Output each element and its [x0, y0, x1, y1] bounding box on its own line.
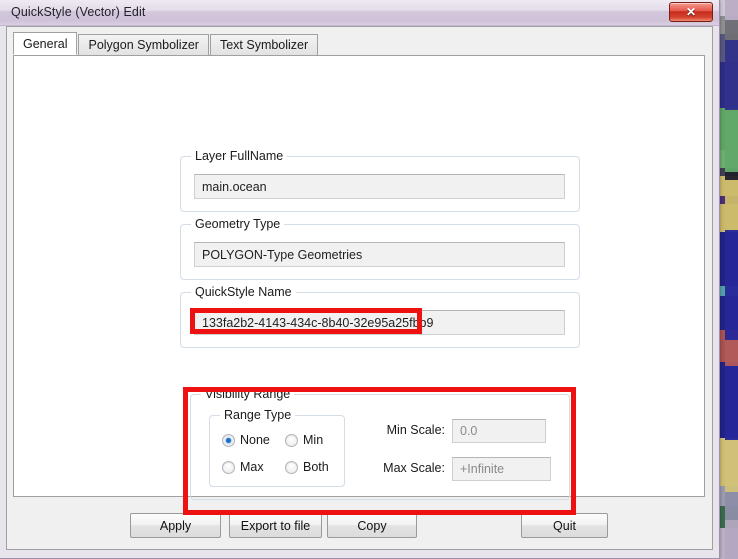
desktop-background: QuickStyle (Vector) Edit ✕ General Polyg…: [0, 0, 738, 559]
apply-button[interactable]: Apply: [130, 513, 221, 538]
copy-button[interactable]: Copy: [327, 513, 417, 538]
tab-general[interactable]: General: [13, 32, 78, 55]
range-type-group-title: Range Type: [220, 408, 296, 422]
general-tab-panel: Layer FullName main.ocean Geometry Type …: [13, 55, 705, 515]
quickstyle-name-group-title: QuickStyle Name: [191, 285, 296, 299]
export-to-file-button-label: Export to file: [240, 518, 311, 533]
tab-text-symbolizer-label: Text Symbolizer: [219, 38, 309, 52]
tab-polygon-symbolizer-label: Polygon Symbolizer: [88, 38, 199, 52]
radio-range-type-max[interactable]: Max: [222, 460, 264, 474]
tab-general-label: General: [23, 36, 68, 51]
radio-range-type-min[interactable]: Min: [285, 433, 323, 447]
quickstyle-name-value: 133fa2b2-4143-434c-8b40-32e95a25fbb9: [202, 315, 434, 330]
layer-fullname-group: Layer FullName main.ocean: [180, 149, 580, 212]
title-bar[interactable]: QuickStyle (Vector) Edit ✕: [0, 0, 719, 26]
tab-strip: General Polygon Symbolizer Text Symboliz…: [13, 32, 319, 55]
radio-min-icon[interactable]: [285, 433, 298, 447]
dialog-button-bar: Apply Export to file Copy Quit: [7, 513, 712, 539]
quickstyle-name-field[interactable]: 133fa2b2-4143-434c-8b40-32e95a25fbb9: [194, 310, 565, 335]
visibility-range-group-title: Visibility Range: [201, 387, 295, 401]
min-scale-input[interactable]: 0.0: [452, 419, 546, 443]
radio-range-type-both[interactable]: Both: [285, 460, 329, 474]
copy-button-label: Copy: [357, 518, 387, 533]
quit-button[interactable]: Quit: [521, 513, 608, 538]
layer-fullname-field[interactable]: main.ocean: [194, 174, 565, 199]
window-client-area: General Polygon Symbolizer Text Symboliz…: [6, 26, 713, 550]
radio-max-label: Max: [240, 460, 264, 474]
tab-polygon-symbolizer[interactable]: Polygon Symbolizer: [78, 34, 209, 55]
radio-range-type-none[interactable]: None: [222, 433, 270, 447]
max-scale-input[interactable]: +Infinite: [452, 457, 551, 481]
tab-text-symbolizer[interactable]: Text Symbolizer: [209, 34, 319, 55]
background-map-strip-edge: [725, 0, 738, 559]
radio-max-icon[interactable]: [222, 460, 235, 474]
quickstyle-name-group: QuickStyle Name 133fa2b2-4143-434c-8b40-…: [180, 285, 580, 348]
min-scale-value: 0.0: [460, 424, 478, 438]
radio-none-icon[interactable]: [222, 433, 235, 447]
min-scale-label: Min Scale:: [386, 423, 445, 437]
apply-button-label: Apply: [159, 518, 192, 533]
radio-min-label: Min: [303, 433, 324, 447]
close-button[interactable]: ✕: [669, 2, 713, 22]
max-scale-value: +Infinite: [460, 462, 505, 476]
quit-button-label: Quit: [553, 518, 576, 533]
geometry-type-group-title: Geometry Type: [191, 217, 285, 231]
geometry-type-value: POLYGON-Type Geometries: [202, 247, 363, 262]
geometry-type-field[interactable]: POLYGON-Type Geometries: [194, 242, 565, 267]
radio-none-label: None: [240, 433, 270, 447]
visibility-range-group: Visibility Range Range Type None Min Max…: [190, 387, 570, 500]
export-to-file-button[interactable]: Export to file: [229, 513, 322, 538]
radio-both-label: Both: [303, 460, 329, 474]
quickstyle-edit-window: QuickStyle (Vector) Edit ✕ General Polyg…: [0, 0, 720, 559]
layer-fullname-group-title: Layer FullName: [191, 149, 288, 163]
geometry-type-group: Geometry Type POLYGON-Type Geometries: [180, 217, 580, 280]
layer-fullname-value: main.ocean: [202, 179, 267, 194]
close-icon: ✕: [685, 5, 697, 19]
max-scale-label: Max Scale:: [383, 461, 445, 475]
window-title: QuickStyle (Vector) Edit: [11, 5, 146, 19]
range-type-group: Range Type None Min Max Both: [209, 408, 345, 487]
radio-both-icon[interactable]: [285, 460, 298, 474]
